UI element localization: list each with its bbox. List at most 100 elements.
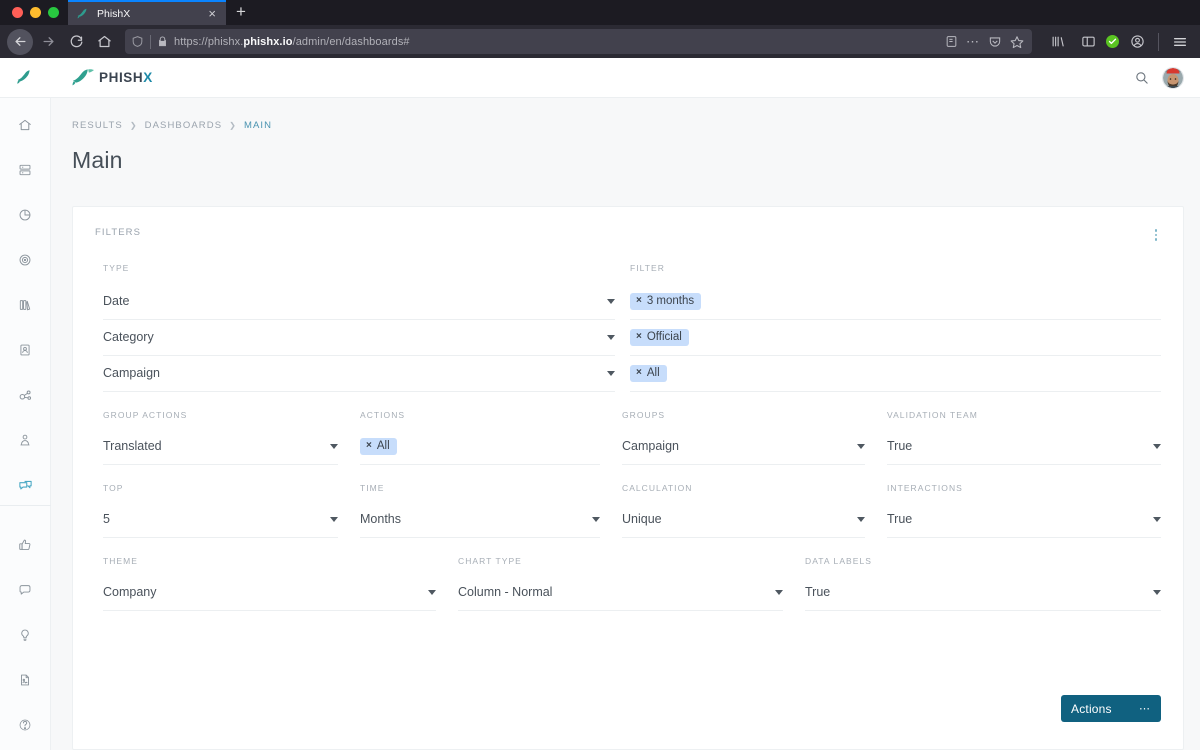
time-select[interactable]: Months	[360, 502, 600, 538]
chevron-down-icon	[428, 589, 436, 595]
field-label: DATA LABELS	[805, 555, 872, 566]
sidebar-item-targets[interactable]	[0, 247, 51, 273]
library-icon[interactable]	[1044, 29, 1070, 55]
tab-title: PhishX	[97, 7, 131, 20]
document-icon	[21, 674, 29, 686]
sidebar-item-documents[interactable]	[0, 667, 51, 693]
account-icon[interactable]	[1124, 29, 1150, 55]
new-tab-button[interactable]: +	[226, 3, 256, 22]
field-label: THEME	[103, 555, 138, 566]
filter-chips-row-1[interactable]: × 3 months	[630, 284, 1161, 320]
filters-card: FILTERS TYPE Date Category Campaign FILT…	[72, 206, 1184, 750]
actions-button-label: Actions	[1071, 701, 1112, 716]
sync-check-icon[interactable]	[1106, 35, 1119, 48]
field-value: Campaign	[622, 439, 679, 453]
field-value: True	[805, 585, 831, 599]
filter-chips-row-2[interactable]: × Official	[630, 320, 1161, 356]
chip-remove-icon[interactable]: ×	[366, 440, 372, 451]
actions-more-icon[interactable]: ⋯	[1139, 702, 1151, 715]
reader-view-icon[interactable]	[945, 35, 958, 48]
breadcrumb-item-results[interactable]: RESULTS	[72, 120, 123, 131]
filter-chip[interactable]: × 3 months	[630, 292, 702, 310]
filter-chip[interactable]: × Official	[630, 328, 689, 346]
field-value: Translated	[103, 439, 162, 453]
target-icon	[19, 254, 31, 266]
sidebar-item-database[interactable]	[0, 157, 51, 183]
breadcrumb-item-dashboards[interactable]: DASHBOARDS	[145, 120, 223, 131]
search-icon[interactable]	[1134, 70, 1149, 85]
kebab-menu-icon[interactable]	[1151, 227, 1162, 243]
type-select-campaign[interactable]: Campaign	[103, 356, 615, 392]
maximize-window-button[interactable]	[48, 7, 59, 18]
browser-toolbar: https://phishx.phishx.io/admin/en/dashbo…	[0, 25, 1200, 58]
sidebar-item-messages[interactable]	[0, 472, 51, 498]
breadcrumb-item-main: MAIN	[243, 120, 273, 131]
reload-icon[interactable]	[63, 29, 89, 55]
sidebar-item-reports[interactable]	[0, 202, 51, 228]
sidebar-item-users[interactable]	[0, 427, 51, 453]
sidebar-item-home[interactable]	[0, 112, 51, 138]
back-arrow-icon[interactable]	[7, 28, 33, 55]
type-select-date[interactable]: Date	[103, 284, 615, 320]
user-avatar[interactable]	[1162, 66, 1184, 89]
lock-icon[interactable]	[157, 35, 168, 48]
sidebar-item-comments[interactable]	[0, 577, 51, 603]
top-select[interactable]: 5	[103, 502, 338, 538]
bookmark-star-icon[interactable]	[1010, 35, 1024, 49]
filter-row-top: TOP 5 TIME Months CALCULATION Unique INT…	[95, 483, 1161, 538]
field-value: Unique	[622, 512, 662, 526]
breadcrumb: RESULTS ❯ DASHBOARDS ❯ MAIN	[51, 98, 1200, 131]
filter-chip[interactable]: × All	[360, 437, 397, 455]
sidebar-icon[interactable]	[1075, 29, 1101, 55]
minimize-window-button[interactable]	[30, 7, 41, 18]
interactions-select[interactable]: True	[887, 502, 1161, 538]
chevron-down-icon	[857, 516, 865, 522]
close-tab-button[interactable]: ×	[206, 7, 218, 20]
page-actions-icon[interactable]: ⋯	[966, 35, 980, 48]
phishx-fish-icon[interactable]	[14, 67, 36, 89]
app-body: RESULTS ❯ DASHBOARDS ❯ MAIN Main FILTERS	[0, 98, 1200, 750]
browser-tab[interactable]: PhishX ×	[68, 0, 226, 25]
pocket-icon[interactable]	[988, 35, 1002, 49]
actions-chip-field[interactable]: × All	[360, 429, 600, 465]
forward-arrow-icon[interactable]	[35, 29, 61, 55]
groups-select[interactable]: Campaign	[622, 429, 865, 465]
data-labels-select[interactable]: True	[805, 575, 1161, 611]
sidebar-item-ideas[interactable]	[0, 622, 51, 648]
chart-type-select[interactable]: Column - Normal	[458, 575, 783, 611]
filter-column: FILTER × 3 months × Official × All	[615, 263, 1161, 392]
chip-remove-icon[interactable]: ×	[636, 295, 642, 306]
contact-card-icon	[20, 344, 30, 356]
actions-button[interactable]: Actions ⋯	[1061, 695, 1161, 722]
sidebar-item-library[interactable]	[0, 292, 51, 318]
field-groups: GROUPS Campaign	[622, 410, 887, 465]
type-select-category[interactable]: Category	[103, 320, 615, 356]
chip-remove-icon[interactable]: ×	[636, 331, 642, 342]
validation-team-select[interactable]: True	[887, 429, 1161, 465]
filters-card-header: FILTERS	[95, 227, 1161, 243]
chip-remove-icon[interactable]: ×	[636, 367, 642, 378]
shield-icon[interactable]	[131, 35, 144, 48]
sidebar-item-integrations[interactable]	[0, 382, 51, 408]
field-value: True	[887, 512, 913, 526]
application: PHISHX RESULTS ❯ DASHBOARDS ❯ MAIN Main …	[0, 58, 1200, 750]
close-window-button[interactable]	[12, 7, 23, 18]
window-controls[interactable]	[8, 0, 68, 25]
home-icon[interactable]	[91, 29, 117, 55]
type-value: Category	[103, 330, 154, 344]
toolbar-right-actions	[1040, 29, 1193, 55]
hamburger-menu-icon[interactable]	[1167, 29, 1193, 55]
field-value: Column - Normal	[458, 585, 553, 599]
filter-chips-row-3[interactable]: × All	[630, 356, 1161, 392]
group-actions-select[interactable]: Translated	[103, 429, 338, 465]
sidebar-item-help[interactable]	[0, 712, 51, 738]
field-validation-team: VALIDATION TEAM True	[887, 410, 1161, 465]
sidebar-item-contacts[interactable]	[0, 337, 51, 363]
calculation-select[interactable]: Unique	[622, 502, 865, 538]
field-time: TIME Months	[360, 483, 622, 538]
filter-chip[interactable]: × All	[630, 364, 667, 382]
address-bar[interactable]: https://phishx.phishx.io/admin/en/dashbo…	[125, 29, 1032, 54]
brand-logo[interactable]: PHISHX	[70, 67, 153, 89]
theme-select[interactable]: Company	[103, 575, 436, 611]
sidebar-item-feedback[interactable]	[0, 532, 51, 558]
